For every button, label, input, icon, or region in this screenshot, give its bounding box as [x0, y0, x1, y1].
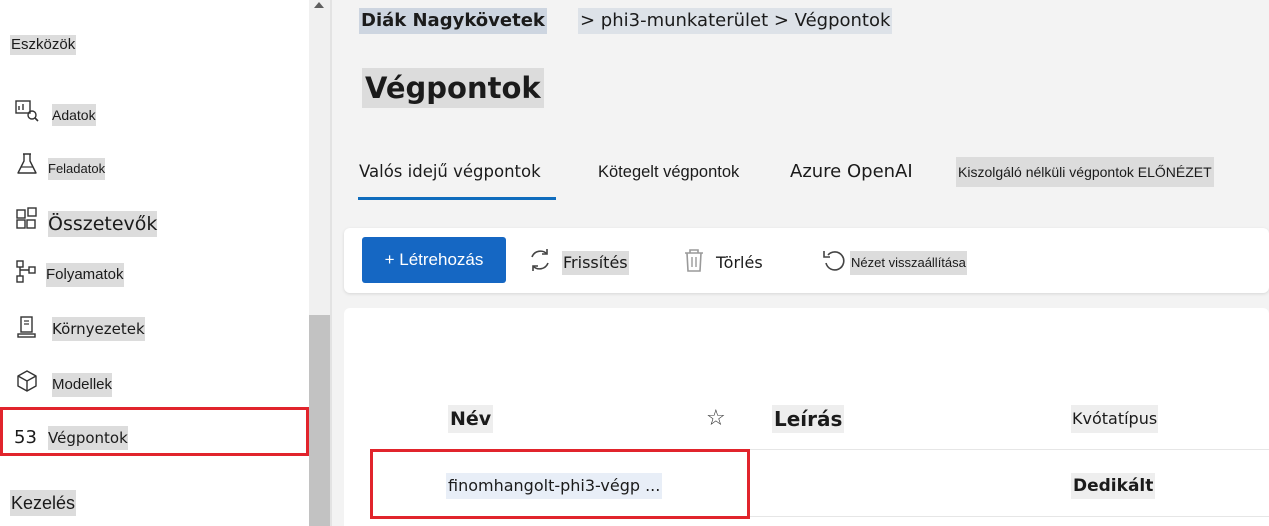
- sidebar-item-jobs[interactable]: Feladatok: [0, 148, 309, 188]
- sidebar-item-label: Feladatok: [48, 158, 106, 180]
- sidebar: Eszközök Adatok Feladatok Összetevők Fol…: [0, 0, 309, 526]
- sidebar-item-label: Adatok: [52, 104, 96, 126]
- column-header-description[interactable]: Leírás: [772, 405, 845, 433]
- cube-icon: [17, 370, 37, 392]
- reset-view-label: Nézet visszaállítása: [850, 251, 967, 275]
- toolbar: + Létrehozás Frissítés Törlés Nézet viss…: [344, 228, 1269, 293]
- components-icon: [16, 207, 37, 229]
- sidebar-item-label: Modellek: [52, 373, 113, 397]
- sidebar-item-label: Környezetek: [52, 317, 145, 341]
- tab-serverless-endpoints[interactable]: Kiszolgáló nélküli végpontok ELŐNÉZET: [956, 157, 1214, 187]
- scroll-up-icon[interactable]: [314, 2, 324, 8]
- active-tab-indicator: [358, 197, 556, 200]
- breadcrumb-path[interactable]: > phi3-munkaterület > Végpontok: [578, 8, 893, 34]
- sidebar-item-environments[interactable]: Környezetek: [0, 308, 309, 348]
- tab-batch-endpoints[interactable]: Kötegelt végpontok: [598, 157, 739, 187]
- main-content: Diák Nagykövetek > phi3-munkaterület > V…: [332, 0, 1269, 526]
- selection-highlight: [0, 407, 309, 456]
- refresh-icon: [531, 249, 549, 271]
- reset-view-button[interactable]: Nézet visszaállítása: [820, 246, 970, 276]
- column-header-quota-type[interactable]: Kvótatípus: [1071, 405, 1159, 433]
- sidebar-item-label: Folyamatok: [46, 263, 124, 287]
- star-icon[interactable]: ☆: [706, 405, 726, 433]
- column-header-name[interactable]: Név: [448, 405, 494, 433]
- sidebar-item-pipelines[interactable]: Folyamatok: [0, 254, 309, 294]
- endpoint-quota-type: Dedikált: [1071, 473, 1156, 499]
- sidebar-item-data[interactable]: Adatok: [0, 94, 309, 134]
- data-icon: [15, 100, 39, 122]
- sidebar-scrollbar[interactable]: [309, 0, 330, 526]
- sidebar-item-label: Összetevők: [48, 211, 158, 237]
- sidebar-section-tools: Eszközök: [10, 35, 77, 55]
- breadcrumb-root[interactable]: Diák Nagykövetek: [359, 8, 547, 34]
- flask-icon: [17, 153, 37, 174]
- delete-label: Törlés: [716, 253, 763, 272]
- refresh-label: Frissítés: [562, 251, 629, 275]
- delete-button[interactable]: Törlés: [680, 246, 780, 276]
- app-window: Eszközök Adatok Feladatok Összetevők Fol…: [0, 0, 1269, 526]
- sidebar-section-manage: Kezelés: [10, 490, 77, 516]
- endpoints-table: Név ☆ Leírás Kvótatípus finomhangolt-phi…: [344, 308, 1269, 526]
- tab-azure-openai[interactable]: Azure OpenAI: [790, 157, 913, 187]
- pipeline-icon: [16, 260, 36, 283]
- tab-realtime-endpoints[interactable]: Valós idejű végpontok: [359, 157, 541, 187]
- row-highlight: [370, 449, 750, 519]
- page-title: Végpontok: [362, 68, 544, 108]
- scroll-thumb[interactable]: [309, 315, 330, 526]
- sidebar-item-models[interactable]: Modellek: [0, 364, 309, 404]
- trash-icon: [685, 249, 703, 272]
- create-button[interactable]: + Létrehozás: [362, 237, 506, 283]
- undo-icon: [823, 251, 845, 271]
- refresh-button[interactable]: Frissítés: [526, 246, 638, 276]
- environment-icon: [17, 316, 36, 338]
- sidebar-item-components[interactable]: Összetevők: [0, 201, 309, 241]
